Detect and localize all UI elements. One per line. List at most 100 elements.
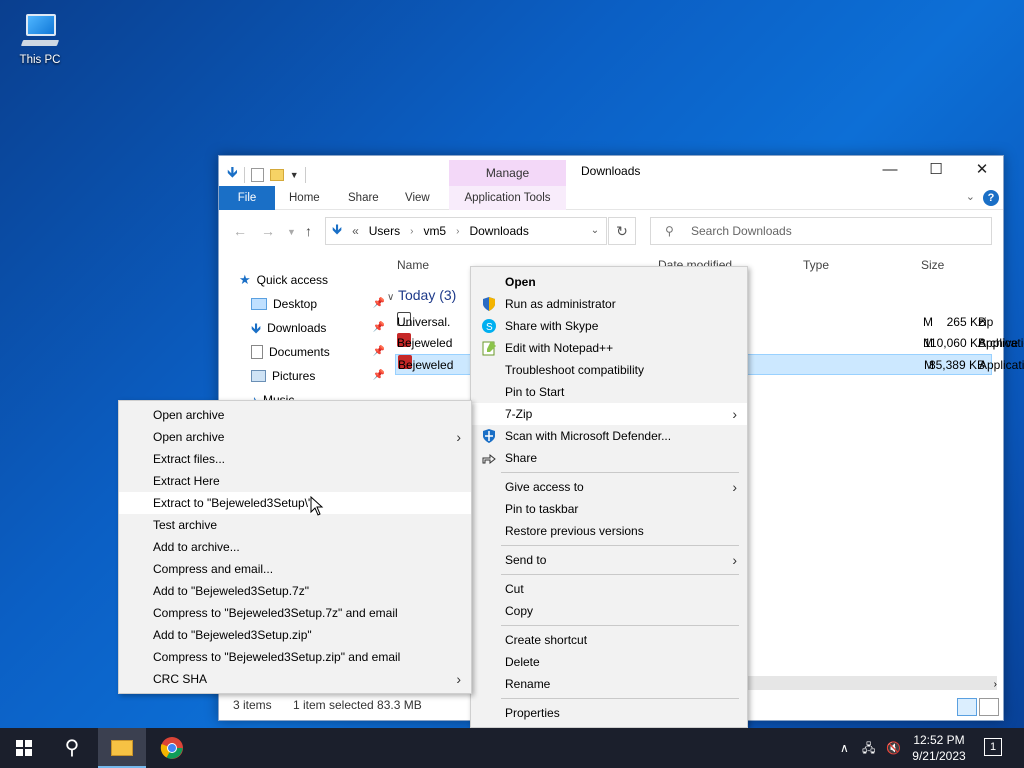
breadcrumb-users[interactable]: Users [369, 224, 400, 238]
large-icons-view-icon[interactable] [979, 698, 999, 716]
search-taskbar-button[interactable]: ⚲ [48, 728, 96, 768]
menu-item-pin-to-taskbar[interactable]: Pin to taskbar [471, 498, 747, 520]
menu-item-send-to[interactable]: Send to › [471, 549, 747, 571]
item-count: 3 items [233, 698, 272, 712]
menu-item-7-zip[interactable]: 7-Zip › [471, 403, 747, 425]
menu-item-delete[interactable]: Delete [471, 651, 747, 673]
breadcrumb-downloads[interactable]: Downloads [469, 224, 528, 238]
this-pc-desktop-icon[interactable]: This PC [10, 8, 70, 66]
nav-downloads[interactable]: 🡻 Downloads 📌 [251, 317, 384, 339]
nav-desktop[interactable]: Desktop 📌 [251, 293, 384, 315]
system-clock[interactable]: 12:52 PM 9/21/2023 [906, 732, 972, 764]
nav-pictures[interactable]: Pictures 📌 [251, 365, 384, 387]
7zip-item-crc-sha[interactable]: CRC SHA › [119, 668, 471, 690]
chevron-right-icon: › [732, 479, 737, 495]
menu-item-label: Create shortcut [505, 633, 588, 647]
close-button[interactable]: ✕ [959, 156, 1005, 186]
tab-file[interactable]: File [219, 186, 275, 210]
customize-qat-icon[interactable]: ▼ [290, 170, 299, 180]
selection-info: 1 item selected 83.3 MB [293, 698, 422, 712]
menu-item-run-as-administrator[interactable]: Run as administrator [471, 293, 747, 315]
shield-icon [481, 296, 497, 312]
details-view-icon[interactable] [957, 698, 977, 716]
column-name[interactable]: Name [397, 258, 429, 272]
menu-item-label: Rename [505, 677, 551, 691]
search-icon: ⚲ [665, 224, 674, 238]
7zip-item-open-archive[interactable]: Open archive › [119, 426, 471, 448]
group-header-today[interactable]: ∨ Today (3) [387, 287, 456, 303]
refresh-button[interactable]: ↻ [608, 217, 636, 245]
back-arrow-icon[interactable]: ← [233, 223, 247, 239]
minimize-button[interactable]: — [867, 156, 913, 186]
forward-arrow-icon[interactable]: → [261, 223, 275, 239]
new-folder-icon[interactable] [269, 168, 284, 181]
menu-item-share-with-skype[interactable]: S Share with Skype [471, 315, 747, 337]
7zip-item-extract-files[interactable]: Extract files... [119, 448, 471, 470]
manage-contextual-tab[interactable]: Manage [449, 160, 566, 188]
notification-center-icon[interactable]: 1 [984, 738, 1002, 756]
menu-item-give-access-to[interactable]: Give access to › [471, 476, 747, 498]
tab-home[interactable]: Home [281, 186, 328, 210]
defender-icon [481, 428, 497, 444]
nav-quick-access[interactable]: ★ Quick access [239, 269, 379, 291]
7zip-item-compress-to-bejeweled3setup-zip-and-email[interactable]: Compress to "Bejeweled3Setup.zip" and em… [119, 646, 471, 668]
menu-item-restore-previous-versions[interactable]: Restore previous versions [471, 520, 747, 542]
menu-item-troubleshoot-compatibility[interactable]: Troubleshoot compatibility [471, 359, 747, 381]
7zip-item-compress-and-email[interactable]: Compress and email... [119, 558, 471, 580]
menu-item-label: Add to "Bejeweled3Setup.7z" [153, 584, 309, 598]
7zip-item-compress-to-bejeweled3setup-7z-and-email[interactable]: Compress to "Bejeweled3Setup.7z" and ema… [119, 602, 471, 624]
7zip-item-extract-here[interactable]: Extract Here [119, 470, 471, 492]
volume-muted-icon[interactable]: 🔇 [886, 728, 901, 768]
7zip-item-open-archive[interactable]: Open archive [119, 404, 471, 426]
tab-view[interactable]: View [397, 186, 438, 210]
quick-access-arrow-icon[interactable]: 🡻 [227, 162, 238, 187]
7zip-item-test-archive[interactable]: Test archive [119, 514, 471, 536]
file-explorer-taskbar-button[interactable] [98, 728, 146, 768]
tab-application-tools[interactable]: Application Tools [449, 186, 566, 210]
search-input[interactable]: ⚲ Search Downloads [650, 217, 992, 245]
menu-item-cut[interactable]: Cut [471, 578, 747, 600]
menu-item-scan-with-microsoft-defender[interactable]: Scan with Microsoft Defender... [471, 425, 747, 447]
menu-item-label: Add to "Bejeweled3Setup.zip" [153, 628, 312, 642]
column-size[interactable]: Size [921, 258, 944, 272]
menu-item-properties[interactable]: Properties [471, 702, 747, 724]
chevron-right-icon: › [456, 671, 461, 687]
menu-item-share[interactable]: Share [471, 447, 747, 469]
column-type[interactable]: Type [803, 258, 829, 272]
recent-locations-icon[interactable]: ▼ [287, 227, 296, 237]
menu-item-label: Properties [505, 706, 560, 720]
maximize-button[interactable]: ☐ [913, 156, 959, 186]
menu-item-label: Compress to "Bejeweled3Setup.zip" and em… [153, 650, 401, 664]
pin-icon: 📌 [372, 298, 384, 309]
7zip-item-add-to-bejeweled3setup-zip[interactable]: Add to "Bejeweled3Setup.zip" [119, 624, 471, 646]
address-bar[interactable]: 🡻 « Users › vm5 › Downloads ⌄ [325, 217, 607, 245]
this-pc-label: This PC [19, 54, 61, 66]
breadcrumb-overflow[interactable]: « [352, 224, 359, 238]
search-icon: ⚲ [64, 737, 80, 759]
menu-item-rename[interactable]: Rename [471, 673, 747, 695]
folder-arrow-icon: 🡻 [332, 221, 343, 237]
scroll-right-icon[interactable]: › [994, 679, 997, 690]
menu-item-copy[interactable]: Copy [471, 600, 747, 622]
chrome-taskbar-button[interactable] [148, 728, 196, 768]
help-icon[interactable]: ? [983, 190, 999, 206]
menu-item-create-shortcut[interactable]: Create shortcut [471, 629, 747, 651]
7zip-item-extract-to-bejeweled3setup[interactable]: Extract to "Bejeweled3Setup\" [119, 492, 471, 514]
up-arrow-icon[interactable]: ↑ [305, 223, 312, 239]
menu-item-edit-with-notepad[interactable]: Edit with Notepad++ [471, 337, 747, 359]
tab-share[interactable]: Share [340, 186, 387, 210]
start-button[interactable] [0, 728, 48, 768]
7zip-item-add-to-archive[interactable]: Add to archive... [119, 536, 471, 558]
horizontal-scrollbar[interactable] [747, 676, 997, 690]
nav-documents[interactable]: Documents 📌 [251, 341, 384, 363]
menu-item-pin-to-start[interactable]: Pin to Start [471, 381, 747, 403]
expand-ribbon-icon[interactable]: ⌄ [966, 190, 975, 203]
documents-icon [251, 345, 263, 359]
address-dropdown-icon[interactable]: ⌄ [584, 218, 606, 244]
network-icon[interactable]: 🖧 [862, 728, 875, 768]
7zip-item-add-to-bejeweled3setup-7z[interactable]: Add to "Bejeweled3Setup.7z" [119, 580, 471, 602]
menu-item-open[interactable]: Open [471, 271, 747, 293]
show-hidden-icons-icon[interactable]: ∧ [840, 728, 849, 768]
breadcrumb-vm5[interactable]: vm5 [423, 224, 446, 238]
properties-icon[interactable] [250, 167, 264, 182]
